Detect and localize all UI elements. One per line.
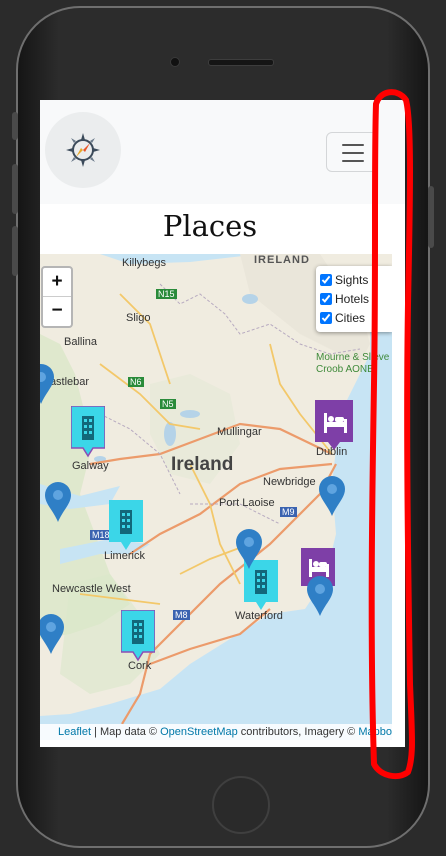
sight-marker-wicklow[interactable] [319,476,345,521]
label-newbridge: Newbridge [263,476,316,488]
sight-marker-kilkenny[interactable] [236,529,262,574]
red-annotation-stroke [368,89,415,780]
label-sligo: Sligo [126,312,151,324]
compass-icon [66,133,100,167]
leaflet-link[interactable]: Leaflet [58,726,91,738]
volume-down-button [12,226,18,276]
label-port-laoise: Port Laoise [219,497,275,509]
phone-camera [170,57,180,67]
zoom-control: + − [41,266,73,328]
home-button[interactable] [212,776,270,834]
hotel-marker-dublin[interactable] [315,400,353,457]
volume-up-button [12,164,18,214]
road-n15: N15 [156,289,177,299]
map-attribution: Leaflet | Map data © OpenStreetMap contr… [40,724,392,740]
road-n6: N6 [128,377,144,387]
cities-checkbox[interactable] [320,311,332,324]
power-button [428,186,434,248]
hotels-checkbox[interactable] [320,292,332,305]
sight-marker-wexford[interactable] [307,576,333,621]
city-marker-cork[interactable] [120,609,156,667]
sight-marker-clare[interactable] [45,482,71,527]
brand-logo[interactable] [45,112,121,188]
label-northern-ireland: IRELAND [254,254,310,266]
city-marker-limerick[interactable] [109,500,143,557]
label-killybegs: Killybegs [122,257,167,269]
sights-checkbox[interactable] [320,273,332,286]
openstreetmap-link[interactable]: OpenStreetMap [160,726,238,738]
label-newcastle-west: Newcastle West [52,583,131,595]
app-screen: Places Killybegs IRELAND Sligo Ballina C… [40,100,405,747]
navbar [40,100,405,204]
page-title: Places [162,209,258,243]
road-m8: M8 [173,610,190,620]
label-mullingar: Mullingar [217,426,262,438]
sight-marker-kerry[interactable] [40,614,64,659]
road-m9: M9 [280,507,297,517]
map[interactable]: Killybegs IRELAND Sligo Ballina Castleba… [40,254,392,740]
mute-switch [12,112,18,140]
sight-marker-mayo[interactable] [40,364,54,409]
label-ballina: Ballina [64,336,98,348]
city-marker-galway[interactable] [70,405,106,463]
road-n5: N5 [160,399,176,409]
hamburger-icon [342,144,364,146]
phone-speaker [208,59,274,66]
label-ireland: Ireland [171,454,234,475]
zoom-out-button[interactable]: − [43,297,71,325]
zoom-in-button[interactable]: + [43,268,71,297]
